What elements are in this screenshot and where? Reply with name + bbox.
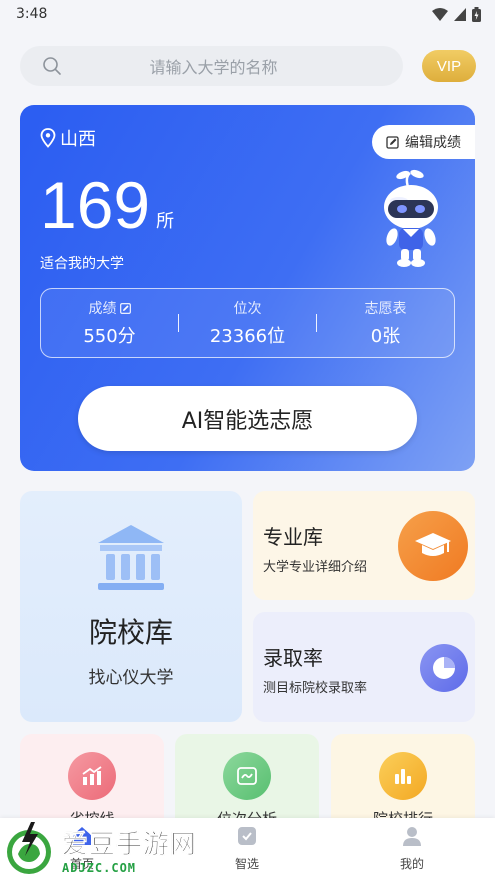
- college-library-title: 院校库: [88, 616, 173, 649]
- major-library-card[interactable]: 专业库 大学专业详细介绍: [253, 491, 475, 600]
- province-label: 山西: [60, 129, 96, 150]
- app-screen: 3:48 请输入大学的名称 VIP 山西 编辑成绩 169 所 适合我的大学 成…: [0, 0, 495, 880]
- stat-score-value: 550分: [83, 326, 136, 347]
- nav-home-label: 首页: [69, 857, 94, 871]
- match-subtitle: 适合我的大学: [40, 256, 124, 272]
- vip-button[interactable]: VIP: [422, 50, 476, 82]
- signal-icon: [454, 7, 466, 21]
- major-library-title: 专业库: [263, 525, 323, 549]
- nav-mine[interactable]: 我的: [372, 824, 452, 872]
- admission-rate-subtitle: 测目标院校录取率: [263, 681, 368, 696]
- graduation-cap-icon: [398, 511, 468, 581]
- bar-chart-icon: [379, 752, 427, 800]
- match-count: 169 所: [40, 167, 174, 243]
- nav-home[interactable]: 首页: [42, 824, 122, 872]
- stat-rank: 位次 23366位: [179, 298, 316, 348]
- stat-score-label-row: 成绩: [41, 298, 178, 318]
- wifi-icon: [432, 7, 448, 21]
- major-library-subtitle: 大学专业详细介绍: [263, 560, 368, 575]
- stat-forms-value: 0张: [370, 326, 401, 347]
- user-icon: [403, 827, 421, 846]
- college-library-subtitle: 找心仪大学: [88, 668, 174, 688]
- stat-rank-label: 位次: [233, 301, 262, 317]
- search-icon: [43, 57, 61, 75]
- province-selector[interactable]: 山西: [40, 125, 96, 151]
- ai-select-button[interactable]: AI智能选志愿: [78, 386, 417, 451]
- trend-icon: [223, 752, 271, 800]
- nav-mine-label: 我的: [399, 857, 424, 871]
- home-icon: [73, 827, 91, 845]
- score-summary-card: 山西 编辑成绩 169 所 适合我的大学 成绩 550分 位次 23366位 志…: [20, 105, 475, 471]
- status-icons: [432, 6, 481, 22]
- nav-smart-select[interactable]: 智选: [207, 824, 287, 872]
- battery-icon: [472, 6, 481, 22]
- match-count-number: 169: [40, 168, 151, 242]
- stat-score-label: 成绩: [88, 301, 117, 317]
- edit-icon: [386, 135, 399, 149]
- nav-smart-label: 智选: [234, 857, 259, 871]
- smart-select-icon: [238, 827, 256, 845]
- stat-rank-value: 23366位: [209, 326, 286, 347]
- edit-score-label: 编辑成绩: [405, 135, 461, 151]
- chart-up-icon: [68, 752, 116, 800]
- match-count-unit: 所: [156, 211, 175, 232]
- pie-chart-icon: [420, 644, 468, 692]
- edit-score-small-icon: [119, 302, 131, 314]
- admission-rate-title: 录取率: [263, 646, 323, 670]
- edit-score-button[interactable]: 编辑成绩: [372, 125, 475, 159]
- college-library-card[interactable]: 院校库 找心仪大学: [20, 491, 242, 722]
- college-building-icon: [98, 525, 164, 590]
- stat-application-forms[interactable]: 志愿表 0张: [317, 298, 454, 348]
- location-pin-icon: [40, 128, 56, 148]
- stat-score[interactable]: 成绩 550分: [41, 298, 178, 348]
- status-time: 3:48: [16, 6, 48, 22]
- robot-mascot-icon: [384, 169, 438, 267]
- bottom-nav: 首页 智选 我的: [0, 818, 495, 880]
- status-bar: 3:48: [0, 0, 495, 28]
- admission-rate-card[interactable]: 录取率 测目标院校录取率: [253, 612, 475, 722]
- stat-forms-label: 志愿表: [364, 301, 407, 317]
- search-placeholder: 请输入大学的名称: [149, 58, 278, 77]
- search-input[interactable]: 请输入大学的名称: [20, 46, 403, 86]
- score-stats: 成绩 550分 位次 23366位 志愿表 0张: [40, 288, 455, 358]
